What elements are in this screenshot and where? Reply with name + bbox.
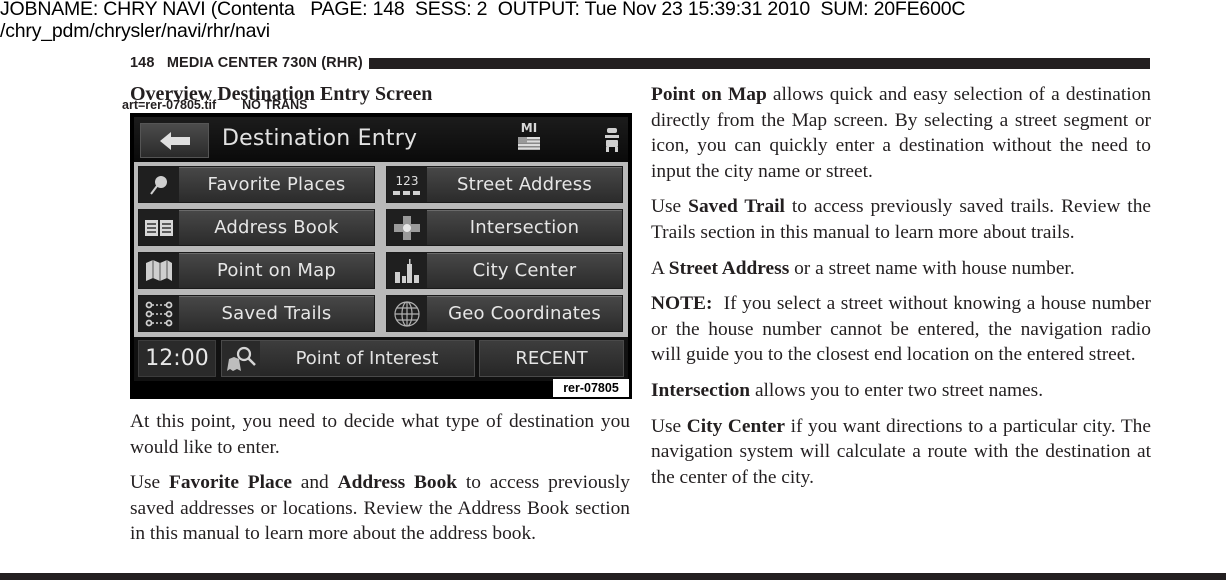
intersection-icon [394, 215, 420, 240]
print-job-path: /chry_pdm/chrysler/navi/rhr/navi [0, 20, 270, 42]
poi-search-icon [227, 346, 256, 371]
address-book-label: Address Book [214, 217, 339, 238]
city-center-button[interactable]: City Center [386, 252, 623, 289]
nav-title: Destination Entry [222, 126, 418, 151]
intersection-button[interactable]: Intersection [386, 209, 623, 246]
favorite-address-paragraph: Use Favorite Place and Address Book to a… [130, 472, 630, 545]
destination-options: Favorite Places Address Book Point on Ma… [134, 162, 628, 337]
term-street-address: Street Address [668, 257, 790, 279]
back-button[interactable] [140, 123, 209, 158]
nav-header: Destination Entry MI [134, 117, 628, 162]
recent-button[interactable]: RECENT [479, 340, 624, 377]
car-icon[interactable] [604, 127, 620, 153]
favorite-places-button[interactable]: Favorite Places [138, 166, 375, 203]
intersection-paragraph: Intersection allows you to enter two str… [651, 379, 1044, 401]
art-note-label: NO TRANS [242, 98, 308, 112]
city-icon [395, 258, 419, 283]
favorite-places-label: Favorite Places [207, 174, 346, 195]
region-indicator: MI [514, 122, 544, 150]
book-icon [145, 219, 173, 236]
geo-coordinates-button[interactable]: Geo Coordinates [386, 295, 623, 332]
art-label: art=rer-07805.tif NO TRANS [122, 99, 307, 112]
term-address-book: Address Book [337, 472, 458, 494]
city-center-paragraph: Use City Center if you want directions t… [651, 415, 1151, 488]
saved-trails-label: Saved Trails [221, 303, 332, 324]
arrow-left-icon [159, 131, 190, 150]
print-job-header: JOBNAME: CHRY NAVI (Contenta PAGE: 148 S… [0, 0, 966, 20]
saved-trails-button[interactable]: Saved Trails [138, 295, 375, 332]
us-flag-icon [518, 137, 540, 150]
running-head: 148 MEDIA CENTER 730N (RHR) [130, 54, 1150, 72]
intro-paragraph: At this point, you need to decide what t… [130, 411, 630, 458]
pushpin-icon [150, 175, 167, 195]
street-address-button[interactable]: 123 Street Address [386, 166, 623, 203]
point-on-map-button[interactable]: Point on Map [138, 252, 375, 289]
art-file-label: art=rer-07805.tif [122, 98, 217, 112]
house-number-icon-text: 123 [395, 173, 419, 188]
term-city-center: City Center [686, 415, 785, 437]
point-of-interest-label: Point of Interest [295, 348, 439, 369]
clock-display[interactable]: 12:00 [138, 340, 216, 377]
point-on-map-paragraph: Point on Map allows quick and easy selec… [651, 84, 1151, 182]
geo-coordinates-label: Geo Coordinates [448, 303, 601, 324]
intersection-label: Intersection [469, 217, 580, 238]
page-bottom-rule [0, 573, 1226, 580]
street-address-label: Street Address [457, 174, 592, 195]
saved-trail-paragraph: Use Saved Trail to access previously sav… [651, 196, 1151, 243]
running-head-text: 148 MEDIA CENTER 730N (RHR) [130, 55, 363, 71]
city-center-label: City Center [472, 260, 577, 281]
street-address-paragraph: A Street Address or a street name with h… [651, 257, 1075, 279]
nav-bottom-bar: 12:00 Point of Interest RECENT [134, 337, 628, 381]
map-icon [146, 259, 172, 281]
destination-entry-figure: Destination Entry MI Favorite Places Add… [130, 113, 632, 399]
region-code: MI [520, 121, 538, 135]
running-head-rule [368, 57, 1150, 69]
term-saved-trail: Saved Trail [688, 196, 785, 218]
house-number-icon: 123 [387, 167, 427, 202]
point-of-interest-button[interactable]: Point of Interest [221, 340, 475, 377]
right-column-text: Point on Map allows quick and easy selec… [651, 82, 1151, 500]
term-point-on-map: Point on Map [651, 84, 767, 105]
trail-icon [145, 301, 173, 326]
globe-icon [394, 300, 420, 327]
point-on-map-label: Point on Map [217, 260, 336, 281]
note-paragraph: NOTE: If you select a street without kno… [651, 293, 1156, 366]
left-column-text: At this point, you need to decide what t… [130, 409, 630, 557]
term-favorite-place: Favorite Place [168, 472, 292, 494]
term-intersection: Intersection [651, 379, 751, 401]
address-book-button[interactable]: Address Book [138, 209, 375, 246]
figure-code: rer-07805 [553, 379, 629, 397]
note-label: NOTE: [651, 293, 713, 315]
